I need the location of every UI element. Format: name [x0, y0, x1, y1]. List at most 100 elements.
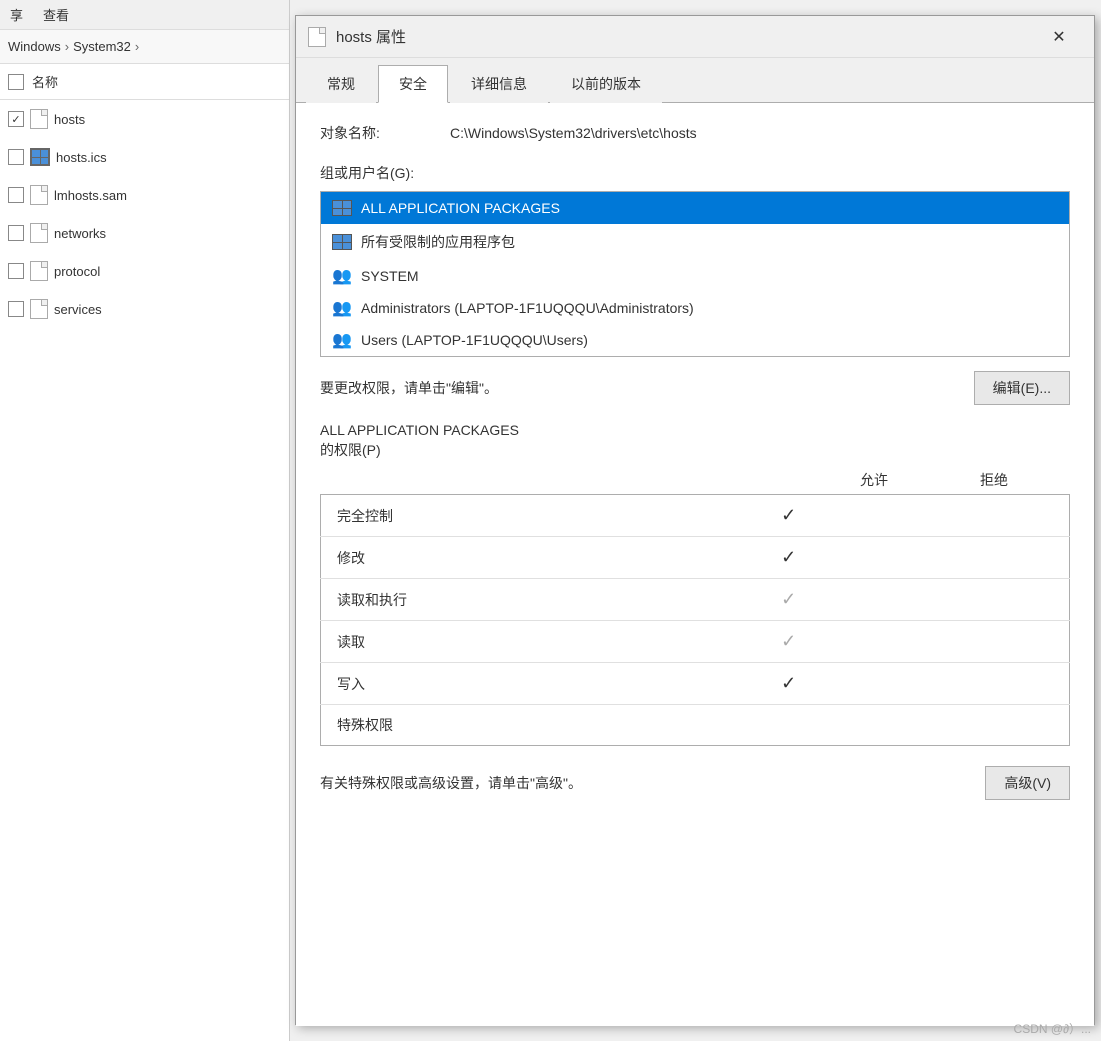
name-column-header: 名称	[32, 72, 58, 91]
user-item-administrators[interactable]: 👥 Administrators (LAPTOP-1F1UQQQU\Admini…	[321, 292, 1069, 324]
check-modify-allow: ✓	[781, 547, 796, 567]
file-name-protocol: protocol	[54, 264, 100, 279]
perm-name-write: 写入	[321, 663, 696, 705]
perm-allow-write: ✓	[695, 663, 882, 705]
breadcrumb-ellipsis: ›	[135, 39, 139, 54]
people-icon-system: 👥	[331, 268, 353, 284]
col-allow-header: 允许	[814, 470, 934, 490]
perm-name-read-execute: 读取和执行	[321, 579, 696, 621]
permissions-table: 完全控制 ✓ 修改 ✓ 读取和执行 ✓ 读取	[320, 494, 1070, 746]
file-name-lmhosts: lmhosts.sam	[54, 188, 127, 203]
perm-name-modify: 修改	[321, 537, 696, 579]
people-icon-users: 👥	[331, 332, 353, 348]
advanced-hint-row: 有关特殊权限或高级设置，请单击"高级"。 高级(V)	[320, 766, 1070, 800]
file-icon-networks	[30, 223, 48, 243]
advanced-button[interactable]: 高级(V)	[985, 766, 1070, 800]
perm-col-headers: 允许 拒绝	[320, 466, 1070, 494]
perm-name-read: 读取	[321, 621, 696, 663]
object-name-label: 对象名称:	[320, 123, 420, 143]
menu-bar: 享 查看	[0, 0, 289, 30]
menu-item-view[interactable]: 查看	[43, 5, 69, 24]
pkg-icon-app-packages	[331, 200, 353, 216]
breadcrumb-part-2: System32	[73, 39, 131, 54]
dialog-content: 对象名称: C:\Windows\System32\drivers\etc\ho…	[296, 103, 1094, 1026]
pkg-icon-restricted	[331, 234, 353, 250]
check-full-control-allow: ✓	[781, 505, 796, 525]
breadcrumb-separator: ›	[65, 39, 69, 54]
perm-section-label: ALL APPLICATION PACKAGES 的权限(P)	[320, 421, 1070, 460]
user-item-system[interactable]: 👥 SYSTEM	[321, 260, 1069, 292]
perm-row-read: 读取 ✓	[321, 621, 1070, 663]
file-icon-services	[30, 299, 48, 319]
breadcrumb-part-1: Windows	[8, 39, 61, 54]
check-read-execute-allow: ✓	[781, 589, 796, 609]
select-all-checkbox[interactable]	[8, 74, 24, 90]
perm-allow-read: ✓	[695, 621, 882, 663]
user-item-users[interactable]: 👥 Users (LAPTOP-1F1UQQQU\Users)	[321, 324, 1069, 356]
file-icon-protocol	[30, 261, 48, 281]
perm-deny-read-execute	[882, 579, 1069, 621]
file-item-protocol[interactable]: protocol	[0, 252, 289, 290]
file-item-lmhosts[interactable]: lmhosts.sam	[0, 176, 289, 214]
file-item-services[interactable]: services	[0, 290, 289, 328]
edit-button[interactable]: 编辑(E)...	[974, 371, 1070, 405]
perm-deny-full-control	[882, 495, 1069, 537]
perm-row-special: 特殊权限	[321, 705, 1070, 746]
file-name-networks: networks	[54, 226, 106, 241]
dialog-title: hosts 属性	[336, 26, 1026, 47]
check-read-allow: ✓	[781, 631, 796, 651]
col-spacer	[336, 470, 814, 490]
tab-details[interactable]: 详细信息	[450, 65, 548, 103]
perm-deny-write	[882, 663, 1069, 705]
perm-name-full-control: 完全控制	[321, 495, 696, 537]
menu-item-share[interactable]: 享	[10, 5, 23, 24]
file-checkbox-networks[interactable]	[8, 225, 24, 241]
check-write-allow: ✓	[781, 673, 796, 693]
csdn-watermark: CSDN @∂）...	[1014, 1020, 1091, 1037]
perm-row-modify: 修改 ✓	[321, 537, 1070, 579]
edit-hint-row: 要更改权限，请单击"编辑"。 编辑(E)...	[320, 371, 1070, 405]
advanced-hint-text: 有关特殊权限或高级设置，请单击"高级"。	[320, 773, 582, 793]
dialog-close-button[interactable]: ✕	[1036, 22, 1082, 52]
file-name-services: services	[54, 302, 102, 317]
perm-allow-full-control: ✓	[695, 495, 882, 537]
file-icon-hosts-ics	[30, 148, 50, 166]
perm-allow-read-execute: ✓	[695, 579, 882, 621]
file-checkbox-protocol[interactable]	[8, 263, 24, 279]
tab-general[interactable]: 常规	[306, 65, 376, 103]
dialog-titlebar: hosts 属性 ✕	[296, 16, 1094, 58]
user-item-app-packages[interactable]: ALL APPLICATION PACKAGES	[321, 192, 1069, 224]
file-icon-lmhosts	[30, 185, 48, 205]
file-item-networks[interactable]: networks	[0, 214, 289, 252]
perm-deny-modify	[882, 537, 1069, 579]
people-icon-admins: 👥	[331, 300, 353, 316]
file-item-hosts[interactable]: ✓ hosts	[0, 100, 289, 138]
file-item-hosts-ics[interactable]: hosts.ics	[0, 138, 289, 176]
breadcrumb[interactable]: Windows › System32 ›	[0, 30, 289, 64]
perm-section-label-2: 的权限(P)	[320, 442, 381, 458]
user-item-restricted[interactable]: 所有受限制的应用程序包	[321, 224, 1069, 260]
perm-allow-modify: ✓	[695, 537, 882, 579]
file-checkbox-lmhosts[interactable]	[8, 187, 24, 203]
user-name-restricted: 所有受限制的应用程序包	[361, 232, 515, 252]
file-checkbox-hosts-ics[interactable]	[8, 149, 24, 165]
tab-previous-versions[interactable]: 以前的版本	[550, 65, 662, 103]
perm-deny-read	[882, 621, 1069, 663]
col-deny-header: 拒绝	[934, 470, 1054, 490]
perm-row-full-control: 完全控制 ✓	[321, 495, 1070, 537]
user-list: ALL APPLICATION PACKAGES 所有受限制的应用程序包 👥 S…	[320, 191, 1070, 357]
file-checkbox-services[interactable]	[8, 301, 24, 317]
tabs-bar: 常规 安全 详细信息 以前的版本	[296, 58, 1094, 103]
user-name-app-packages: ALL APPLICATION PACKAGES	[361, 200, 560, 216]
file-icon-hosts	[30, 109, 48, 129]
dialog-title-icon	[308, 27, 326, 47]
file-name-hosts-ics: hosts.ics	[56, 150, 107, 165]
perm-name-special: 特殊权限	[321, 705, 696, 746]
file-checkbox-hosts[interactable]: ✓	[8, 111, 24, 127]
perm-deny-special	[882, 705, 1069, 746]
file-name-hosts: hosts	[54, 112, 85, 127]
object-name-row: 对象名称: C:\Windows\System32\drivers\etc\ho…	[320, 123, 1070, 143]
perm-section-label-1: ALL APPLICATION PACKAGES	[320, 422, 519, 438]
tab-security[interactable]: 安全	[378, 65, 448, 103]
file-explorer-panel: 享 查看 Windows › System32 › 名称 ✓ hosts hos…	[0, 0, 290, 1041]
